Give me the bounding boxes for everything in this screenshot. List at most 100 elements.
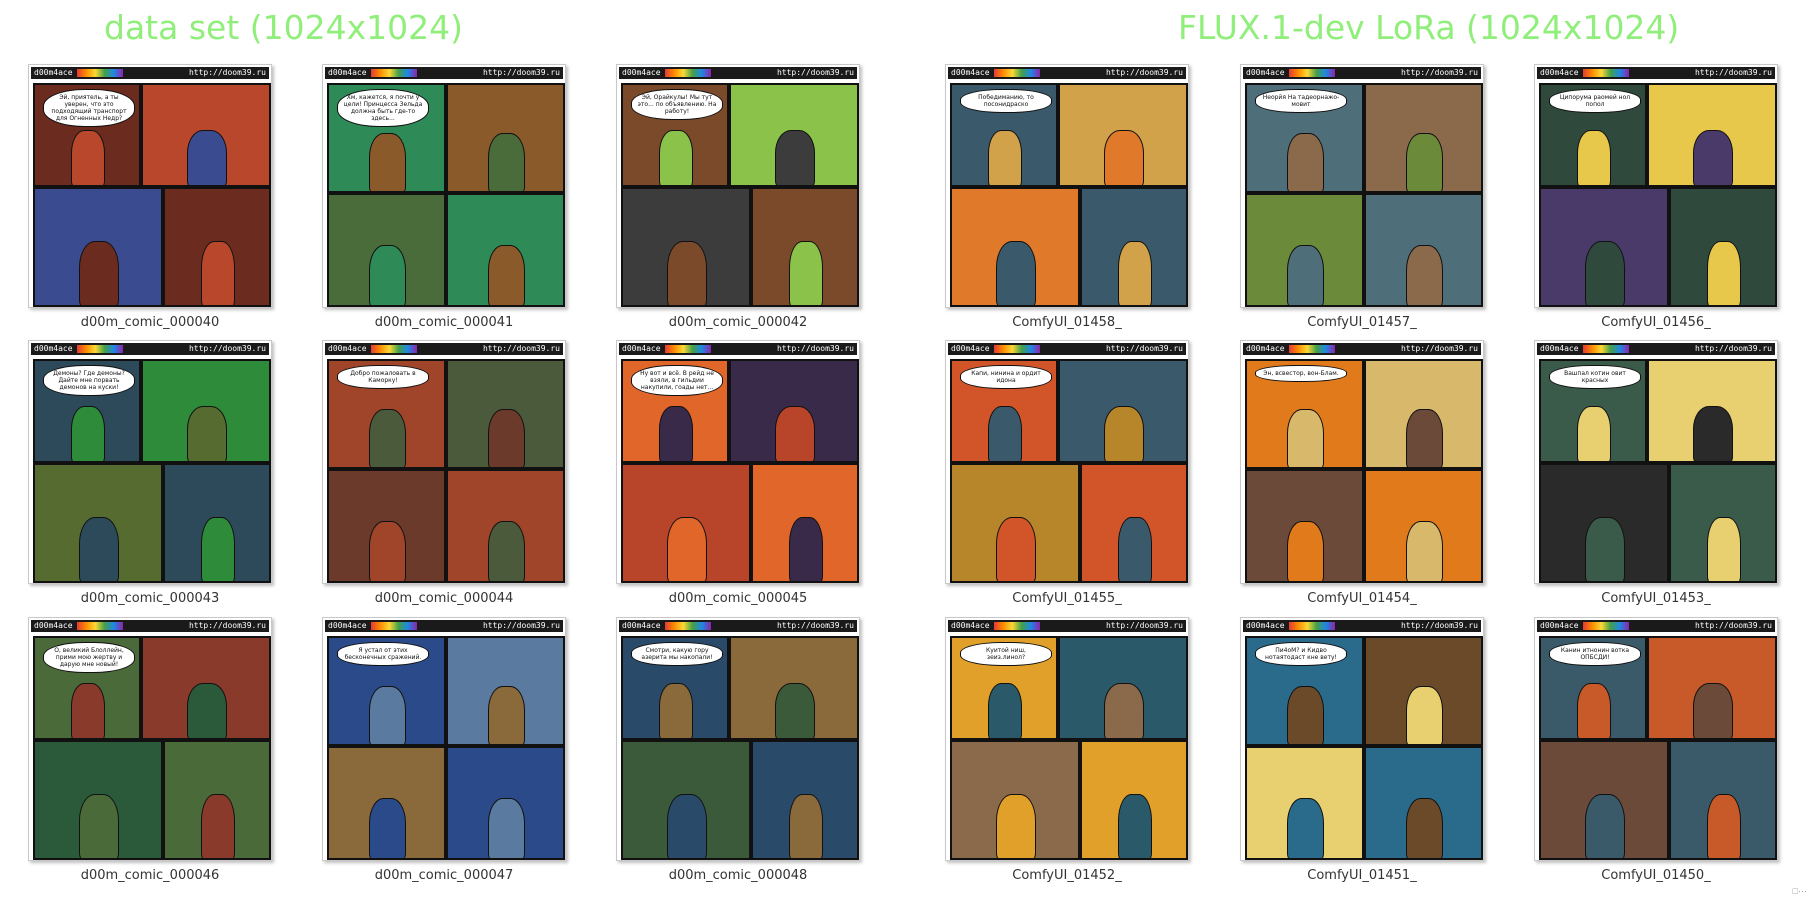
thumbnail-filename[interactable]: d00m_comic_000040 — [28, 315, 272, 330]
comic-logo-text: d00m4ace — [951, 621, 990, 630]
rainbow-stripe — [664, 621, 711, 630]
comic-header-bar: d00m4ace http://doom39.ru — [1243, 343, 1481, 355]
comic-character — [369, 685, 406, 744]
thumbnail-item[interactable]: d00m4ace http://doom39.ru Канин итнонин во… — [1534, 617, 1778, 883]
thumbnail-item[interactable]: d00m4ace http://doom39.ru Куитой ниш, зеиз… — [945, 617, 1189, 883]
comic-panel — [33, 187, 163, 307]
thumbnail-filename[interactable]: d00m_comic_000047 — [322, 868, 566, 883]
comic-character — [988, 683, 1022, 738]
thumbnail-filename[interactable]: ComfyUI_01454_ — [1240, 591, 1484, 606]
comic-character — [79, 794, 119, 858]
rainbow-stripe — [370, 621, 417, 630]
speech-bubble: Неорйя На тадеорнажо-мовит — [1255, 89, 1347, 113]
comic-character — [789, 794, 823, 858]
rainbow-stripe — [1288, 621, 1335, 630]
comic-character — [369, 244, 406, 305]
thumbnail-filename[interactable]: ComfyUI_01452_ — [945, 868, 1189, 883]
comic-character — [1707, 794, 1741, 858]
thumbnail-item[interactable]: d00m4ace http://doom39.ru Я устал от этих … — [322, 617, 566, 883]
comic-url-text: http://doom39.ru — [776, 68, 854, 77]
thumbnail-filename[interactable]: ComfyUI_01451_ — [1240, 868, 1484, 883]
speech-bubble: Победиманию, то посонидраско — [960, 89, 1052, 113]
comic-character — [488, 797, 525, 858]
thumbnail-filename[interactable]: ComfyUI_01450_ — [1534, 868, 1778, 883]
comic-character — [988, 130, 1022, 185]
thumbnail-item[interactable]: d00m4ace http://doom39.ru Смотри, какую го… — [616, 617, 860, 883]
thumbnail-item[interactable]: d00m4ace http://doom39.ru Неорйя На тадеор… — [1240, 64, 1484, 330]
comic-panel — [1245, 746, 1364, 860]
thumbnail-item[interactable]: d00m4ace http://doom39.ru Победиманию, то … — [945, 64, 1189, 330]
comic-character — [488, 244, 525, 305]
comic-panel — [1539, 463, 1669, 583]
comic-thumbnail-image: d00m4ace http://doom39.ru Смотри, какую го… — [616, 617, 860, 861]
thumbnail-item[interactable]: d00m4ace http://doom39.ru Ну вот и всё. В … — [616, 340, 860, 606]
thumbnail-item[interactable]: d00m4ace http://doom39.ru Эн, всвестор, во… — [1240, 340, 1484, 606]
comic-character — [1406, 685, 1443, 744]
comic-character — [79, 241, 119, 305]
thumbnail-filename[interactable]: ComfyUI_01456_ — [1534, 315, 1778, 330]
thumbnail-filename[interactable]: ComfyUI_01458_ — [945, 315, 1189, 330]
comic-character — [1406, 132, 1443, 191]
comic-character — [201, 517, 235, 581]
comic-character — [1104, 130, 1144, 185]
comic-character — [187, 130, 227, 185]
rainbow-stripe — [1288, 68, 1335, 77]
thumbnail-filename[interactable]: d00m_comic_000046 — [28, 868, 272, 883]
thumbnail-filename[interactable]: d00m_comic_000042 — [616, 315, 860, 330]
thumbnail-item[interactable]: d00m4ace http://doom39.ru Эй, Орайкулы! Мы… — [616, 64, 860, 330]
comic-url-text: http://doom39.ru — [1694, 68, 1772, 77]
thumbnail-item[interactable]: d00m4ace http://doom39.ru О, великий Блолл… — [28, 617, 272, 883]
thumbnail-item[interactable]: d00m4ace http://doom39.ru Добро пожаловать… — [322, 340, 566, 606]
comic-header-bar: d00m4ace http://doom39.ru — [619, 67, 857, 79]
comic-character — [789, 517, 823, 581]
comic-logo-text: d00m4ace — [1246, 68, 1285, 77]
comic-character — [369, 797, 406, 858]
comic-character — [79, 517, 119, 581]
thumbnail-filename[interactable]: ComfyUI_01455_ — [945, 591, 1189, 606]
comic-character — [1585, 794, 1625, 858]
comic-character — [1406, 408, 1443, 467]
thumbnail-item[interactable]: d00m4ace http://doom39.ru Вашпал котин ови… — [1534, 340, 1778, 606]
comic-panel — [33, 740, 163, 860]
speech-bubble: Эй, приятель, а ты уверен, что это подхо… — [43, 89, 135, 127]
rainbow-stripe — [993, 344, 1040, 353]
comic-logo-text: d00m4ace — [622, 68, 661, 77]
thumbnail-filename[interactable]: ComfyUI_01457_ — [1240, 315, 1484, 330]
comic-panel — [1669, 463, 1777, 583]
comic-url-text: http://doom39.ru — [1400, 344, 1478, 353]
comic-panel — [446, 193, 565, 307]
comic-character — [201, 241, 235, 305]
thumbnail-filename[interactable]: d00m_comic_000045 — [616, 591, 860, 606]
rainbow-stripe — [664, 344, 711, 353]
rainbow-stripe — [993, 68, 1040, 77]
thumbnail-item[interactable]: d00m4ace http://doom39.ru Эй, приятель, а … — [28, 64, 272, 330]
thumbnail-filename[interactable]: d00m_comic_000048 — [616, 868, 860, 883]
comic-thumbnail-image: d00m4ace http://doom39.ru Эй, приятель, а … — [28, 64, 272, 308]
comic-panel — [1539, 187, 1669, 307]
comic-character — [1406, 520, 1443, 581]
comic-character — [187, 683, 227, 738]
comic-character — [1577, 130, 1611, 185]
thumbnail-filename[interactable]: d00m_comic_000044 — [322, 591, 566, 606]
comic-character — [789, 241, 823, 305]
comic-character — [667, 517, 707, 581]
thumbnail-item[interactable]: d00m4ace http://doom39.ru Капи, нинина и о… — [945, 340, 1189, 606]
comic-header-bar: d00m4ace http://doom39.ru — [31, 67, 269, 79]
comic-character — [1287, 408, 1324, 467]
comic-panel — [141, 636, 271, 740]
thumbnail-item[interactable]: d00m4ace http://doom39.ru Ципорума раомей … — [1534, 64, 1778, 330]
thumbnail-item[interactable]: d00m4ace http://doom39.ru Демоны? Где демо… — [28, 340, 272, 606]
thumbnail-item[interactable]: d00m4ace http://doom39.ru Хм, кажется, я п… — [322, 64, 566, 330]
comic-character — [201, 794, 235, 858]
comic-logo-text: d00m4ace — [951, 344, 990, 353]
comic-panel — [163, 740, 271, 860]
comic-url-text: http://doom39.ru — [776, 621, 854, 630]
thumbnail-filename[interactable]: d00m_comic_000041 — [322, 315, 566, 330]
comic-character — [1406, 244, 1443, 305]
comic-character — [1577, 406, 1611, 461]
thumbnail-filename[interactable]: ComfyUI_01453_ — [1534, 591, 1778, 606]
thumbnail-item[interactable]: d00m4ace http://doom39.ru Пи4оМ? и Кидво н… — [1240, 617, 1484, 883]
thumbnail-filename[interactable]: d00m_comic_000043 — [28, 591, 272, 606]
comic-thumbnail-image: d00m4ace http://doom39.ru Эн, всвестор, во… — [1240, 340, 1484, 584]
comic-header-bar: d00m4ace http://doom39.ru — [325, 620, 563, 632]
